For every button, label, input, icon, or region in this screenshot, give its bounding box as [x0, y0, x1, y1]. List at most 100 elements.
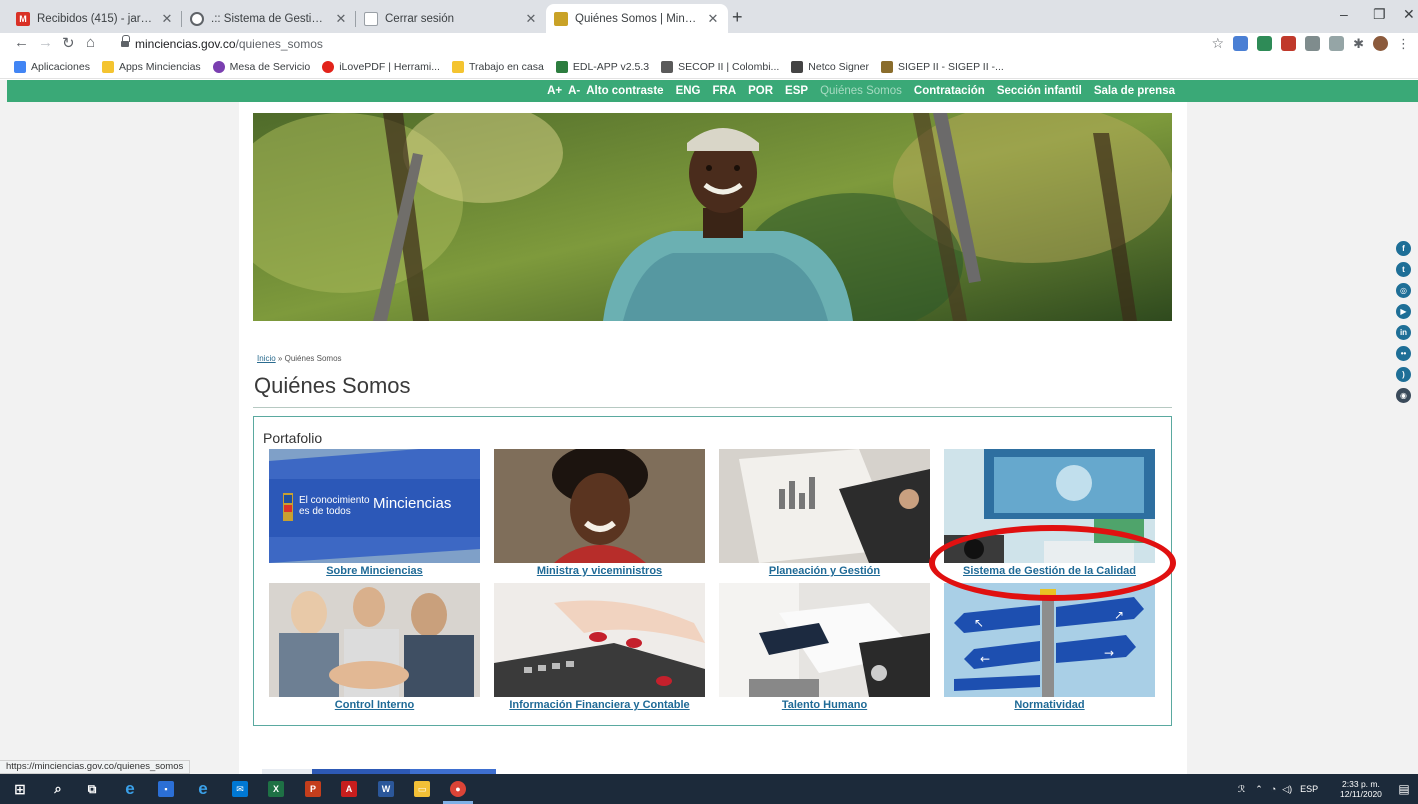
edge-legacy-icon[interactable]: e: [122, 779, 138, 798]
word-icon[interactable]: W: [378, 781, 394, 797]
bookmark-ilovepdf[interactable]: iLovePDF | Herrami...: [322, 60, 440, 73]
tab-quienes-somos[interactable]: Quiénes Somos | Minciencias ✕: [546, 4, 728, 33]
bookmark-netco[interactable]: Netco Signer: [791, 60, 869, 73]
extension-icon[interactable]: [1305, 36, 1321, 51]
lock-icon[interactable]: [121, 35, 130, 48]
linkedin-icon[interactable]: in: [1396, 325, 1411, 340]
card-informacion-financiera[interactable]: Información Financiera y Contable: [494, 583, 705, 713]
tab-document-system[interactable]: .:: Sistema de Gestión Document ✕: [182, 4, 356, 33]
card-thumbnail: El conocimiento es de todos Minciencias: [269, 449, 480, 563]
nav-font-decrease[interactable]: A-: [568, 85, 580, 97]
acrobat-icon[interactable]: A: [341, 781, 357, 797]
bookmark-apps[interactable]: Aplicaciones: [14, 60, 90, 73]
rss-icon[interactable]: ): [1396, 367, 1411, 382]
youtube-icon[interactable]: ▶: [1396, 304, 1411, 319]
card-normatividad[interactable]: ↖ ↗ ← → Normatividad: [944, 583, 1155, 713]
star-icon[interactable]: ☆: [1212, 35, 1225, 52]
nav-font-increase[interactable]: A+: [547, 85, 562, 97]
podcast-icon[interactable]: ◉: [1396, 388, 1411, 403]
back-button[interactable]: ←: [14, 34, 29, 51]
language-indicator[interactable]: ESP: [1300, 784, 1318, 794]
card-ministra-viceministros[interactable]: Ministra y viceministros: [494, 449, 705, 579]
extension-icon[interactable]: [1233, 36, 1249, 51]
card-label[interactable]: Planeación y Gestión: [719, 565, 930, 577]
card-sistema-gestion-calidad[interactable]: Sistema de Gestión de la Calidad: [944, 449, 1155, 579]
facebook-icon[interactable]: f: [1396, 241, 1411, 256]
card-label[interactable]: Sistema de Gestión de la Calidad: [944, 565, 1155, 577]
card-label[interactable]: Normatividad: [944, 699, 1155, 711]
breadcrumb-home-link[interactable]: Inicio: [257, 354, 276, 363]
close-icon[interactable]: ✕: [334, 11, 348, 27]
tab-gmail[interactable]: M Recibidos (415) - jardila@mincien ✕: [8, 4, 182, 33]
nav-lang-por[interactable]: POR: [748, 85, 773, 97]
extension-icon[interactable]: [1281, 36, 1297, 51]
mail-icon[interactable]: ✉: [232, 781, 248, 797]
card-label[interactable]: Ministra y viceministros: [494, 565, 705, 577]
address-bar[interactable]: minciencias.gov.co/quienes_somos: [135, 37, 323, 51]
card-talento-humano[interactable]: Talento Humano: [719, 583, 930, 713]
nav-sala-prensa[interactable]: Sala de prensa: [1094, 85, 1175, 97]
nav-lang-fra[interactable]: FRA: [712, 85, 736, 97]
ie-icon[interactable]: e: [195, 779, 211, 798]
url-host: minciencias.gov.co: [135, 37, 236, 51]
bookmark-edl-app[interactable]: EDL-APP v2.5.3: [555, 60, 649, 73]
chrome-icon[interactable]: ●: [450, 781, 466, 797]
nav-high-contrast[interactable]: Alto contraste: [586, 85, 663, 97]
extension-icon[interactable]: [1257, 36, 1273, 51]
bookmark-secop[interactable]: SECOP II | Colombi...: [661, 60, 779, 73]
people-icon[interactable]: ℛ: [1238, 784, 1245, 795]
svg-text:↗: ↗: [1114, 608, 1124, 622]
nav-lang-esp[interactable]: ESP: [785, 85, 808, 97]
bookmark-trabajo-casa[interactable]: Trabajo en casa: [451, 60, 544, 73]
chevron-up-icon[interactable]: ⌃: [1255, 784, 1263, 795]
clock[interactable]: 2:33 p. m. 12/11/2020: [1340, 779, 1382, 799]
card-planeacion-gestion[interactable]: Planeación y Gestión: [719, 449, 930, 579]
store-icon[interactable]: ▪: [158, 781, 174, 797]
bookmark-apps-minciencias[interactable]: Apps Minciencias: [101, 60, 201, 73]
home-button[interactable]: ⌂: [86, 34, 95, 51]
avatar[interactable]: [1373, 36, 1388, 51]
task-view-icon[interactable]: ⧉: [84, 781, 100, 797]
reload-button[interactable]: ↻: [62, 34, 75, 52]
nav-seccion-infantil[interactable]: Sección infantil: [997, 85, 1082, 97]
instagram-icon[interactable]: ◎: [1396, 283, 1411, 298]
card-label[interactable]: Control Interno: [269, 699, 480, 711]
main-content: Inicio » Quiénes Somos Quiénes Somos Por…: [239, 102, 1187, 774]
twitter-icon[interactable]: t: [1396, 262, 1411, 277]
file-explorer-icon[interactable]: ▭: [414, 781, 430, 797]
volume-icon[interactable]: ◁): [1282, 784, 1292, 795]
notifications-icon[interactable]: ▤: [1396, 781, 1412, 797]
excel-icon[interactable]: X: [268, 781, 284, 797]
nav-quienes-somos[interactable]: Quiénes Somos: [820, 85, 902, 97]
heart-icon: [322, 60, 335, 73]
close-icon[interactable]: ✕: [524, 11, 538, 27]
extension-icon[interactable]: [1329, 36, 1345, 51]
network-icon[interactable]: ◔: [1271, 784, 1276, 794]
windows-start-icon[interactable]: ⊞: [12, 781, 28, 797]
bookmark-sigep[interactable]: SIGEP II - SIGEP II -...: [880, 60, 1004, 73]
browser-toolbar: ← → ↻ ⌂ minciencias.gov.co/quienes_somos…: [0, 33, 1418, 55]
card-label[interactable]: Información Financiera y Contable: [494, 699, 705, 711]
title-divider: [253, 407, 1172, 408]
close-window-button[interactable]: ✕: [1403, 6, 1415, 23]
restore-button[interactable]: ❐: [1373, 6, 1386, 23]
puzzle-icon[interactable]: ✱: [1353, 36, 1364, 52]
bookmark-mesa-servicio[interactable]: Mesa de Servicio: [212, 60, 310, 73]
tab-logout[interactable]: Cerrar sesión ✕: [356, 4, 546, 33]
card-sobre-minciencias[interactable]: El conocimiento es de todos Minciencias S…: [269, 449, 480, 579]
search-icon[interactable]: ⌕: [50, 781, 66, 797]
close-icon[interactable]: ✕: [160, 11, 174, 27]
card-label[interactable]: Talento Humano: [719, 699, 930, 711]
minimize-button[interactable]: –: [1340, 6, 1348, 22]
menu-icon[interactable]: ⋮: [1397, 36, 1410, 52]
forward-button[interactable]: →: [38, 34, 53, 51]
powerpoint-icon[interactable]: P: [305, 781, 321, 797]
new-tab-button[interactable]: +: [732, 7, 743, 28]
nav-lang-eng[interactable]: ENG: [676, 85, 701, 97]
nav-contratacion[interactable]: Contratación: [914, 85, 985, 97]
card-control-interno[interactable]: Control Interno: [269, 583, 480, 713]
card-label[interactable]: Sobre Minciencias: [269, 565, 480, 577]
flickr-icon[interactable]: ••: [1396, 346, 1411, 361]
close-icon[interactable]: ✕: [706, 11, 720, 27]
card-thumbnail: [719, 583, 930, 697]
